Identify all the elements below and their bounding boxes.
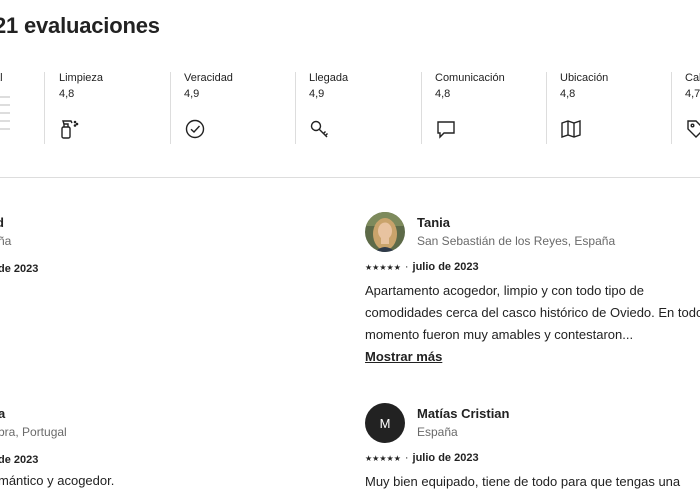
section-divider (0, 177, 700, 178)
category-value: 4,9 (309, 88, 325, 100)
category-value: 4,8 (435, 88, 451, 100)
tag-icon (685, 118, 700, 140)
review-left-bottom: a bra, Portugal de 2023 mántico y acoged… (0, 403, 300, 500)
reviewer-location: San Sebastián de los Reyes, España (417, 234, 616, 248)
review-date: de 2023 (0, 263, 39, 275)
category-label: Ubicación (560, 72, 609, 84)
reviewer-name: Tania (417, 215, 450, 230)
avatar-photo (365, 212, 405, 252)
review-text: mántico y acogedor. (0, 473, 115, 488)
category-label: Veracidad (184, 72, 233, 84)
avatar[interactable]: M (365, 403, 405, 443)
category-label: Cal (685, 72, 700, 84)
review-text: Apartamento acogedor, limpio y con todo … (365, 283, 700, 342)
category-overall: al (0, 72, 34, 144)
review-tania: Tania San Sebastián de los Reyes, España… (365, 212, 700, 382)
category-divider (170, 72, 171, 144)
review-date: julio de 2023 (412, 452, 479, 464)
review-text: Muy bien equipado, tiene de todo para qu… (365, 474, 681, 489)
category-divider (671, 72, 672, 144)
review-meta: ★★★★★ · julio de 2023 (365, 261, 479, 273)
reviewer-location: España (417, 425, 458, 439)
review-left-top: d ña de 2023 (0, 212, 300, 382)
meta-separator: · (404, 261, 409, 273)
category-value: 4,8 (59, 88, 75, 100)
reviewer-name: Matías Cristian (417, 406, 510, 421)
rating-bars (0, 96, 10, 136)
category-divider (295, 72, 296, 144)
category-checkin: Llegada 4,9 (309, 72, 419, 144)
show-more-link[interactable]: Mostrar más (365, 349, 442, 364)
reviewer-location: bra, Portugal (0, 425, 67, 439)
category-divider (44, 72, 45, 144)
category-value-rating: Cal 4,7 (685, 72, 700, 144)
reviews-page: 21 evaluaciones al Limpieza 4,8 (0, 0, 700, 500)
reviews-count-title: 21 evaluaciones (0, 13, 160, 38)
review-date: julio de 2023 (412, 261, 479, 273)
check-circle-icon (184, 118, 206, 140)
category-accuracy: Veracidad 4,9 (184, 72, 294, 144)
category-cleanliness: Limpieza 4,8 (59, 72, 169, 144)
category-label: al (0, 72, 3, 84)
review-matias: M Matías Cristian España ★★★★★ · julio d… (365, 403, 700, 500)
message-icon (435, 118, 457, 140)
category-ratings-row: al Limpieza 4,8 Veracidad (0, 72, 700, 144)
category-divider (421, 72, 422, 144)
category-label: Limpieza (59, 72, 104, 84)
avatar[interactable] (365, 212, 405, 252)
category-value: 4,7 (685, 88, 700, 100)
category-value: 4,8 (560, 88, 576, 100)
category-communication: Comunicación 4,8 (435, 72, 545, 144)
category-location: Ubicación 4,8 (560, 72, 670, 144)
reviewer-name: d (0, 215, 4, 230)
star-rating: ★★★★★ (365, 453, 401, 463)
category-label: Comunicación (435, 72, 505, 84)
review-meta: ★★★★★ · julio de 2023 (365, 452, 479, 464)
category-value: 4,9 (184, 88, 200, 100)
reviewer-location: ña (0, 234, 12, 248)
category-label: Llegada (309, 72, 349, 84)
star-rating: ★★★★★ (365, 262, 401, 272)
category-divider (546, 72, 547, 144)
meta-separator: · (404, 452, 409, 464)
map-icon (560, 118, 582, 140)
key-icon (309, 118, 331, 140)
reviewer-name: a (0, 406, 6, 421)
spray-bottle-icon (59, 118, 81, 140)
review-date: de 2023 (0, 454, 39, 466)
